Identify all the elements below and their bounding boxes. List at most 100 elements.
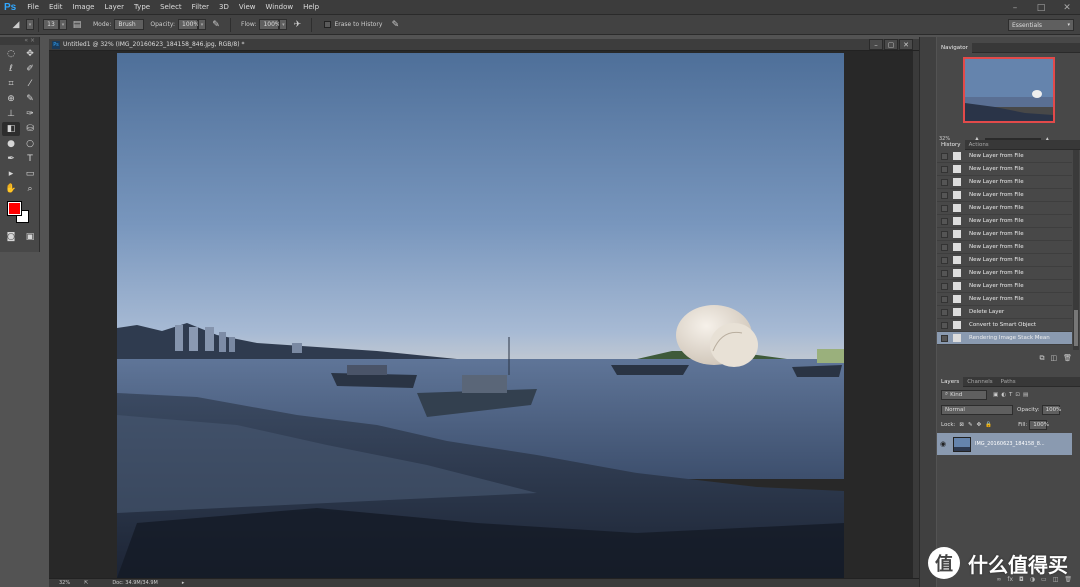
history-item-selected[interactable]: Rendering Image Stack Mean <box>937 332 1072 345</box>
brush-panel-icon[interactable]: ▤ <box>70 18 84 32</box>
history-source-checkbox[interactable] <box>941 243 948 251</box>
quick-mask-icon[interactable]: ◙ <box>2 230 20 244</box>
tab-channels[interactable]: Channels <box>963 377 996 387</box>
mode-select[interactable]: Brush <box>114 19 145 30</box>
maximize-icon[interactable]: □ <box>1028 0 1054 15</box>
history-item[interactable]: New Layer from File <box>937 215 1072 228</box>
history-source-checkbox[interactable] <box>941 165 948 173</box>
eye-icon[interactable]: ◉ <box>940 440 950 448</box>
document-tab[interactable]: Ps Untitled1 @ 32% (IMG_20160623_184158_… <box>49 39 919 51</box>
history-item[interactable]: New Layer from File <box>937 254 1072 267</box>
filter-kind-select[interactable]: ⌕ Kind <box>941 389 987 400</box>
history-source-checkbox[interactable] <box>941 295 948 303</box>
flow-dropdown-icon[interactable]: ▾ <box>279 19 288 30</box>
pressure-size-icon[interactable]: ✎ <box>388 18 402 32</box>
history-source-checkbox[interactable] <box>941 256 948 264</box>
new-snapshot-icon[interactable]: ◫ <box>1050 354 1057 362</box>
panel-grip[interactable]: « × <box>0 37 39 45</box>
airbrush-icon[interactable]: ✈ <box>290 18 304 32</box>
eraser-tool-icon[interactable]: ◧ <box>2 122 20 136</box>
workspace-select[interactable]: Essentials ▾ <box>1008 19 1074 31</box>
history-source-checkbox[interactable] <box>941 178 948 186</box>
history-item[interactable]: New Layer from File <box>937 202 1072 215</box>
export-icon[interactable]: ⇱ <box>84 580 88 586</box>
tab-paths[interactable]: Paths <box>997 377 1020 387</box>
blur-tool-icon[interactable]: ● <box>2 137 20 151</box>
menu-type[interactable]: Type <box>129 3 155 11</box>
opacity-dropdown-icon[interactable]: ▾ <box>198 19 207 30</box>
history-item[interactable]: New Layer from File <box>937 280 1072 293</box>
brush-size-picker[interactable]: 13 <box>43 19 59 30</box>
history-source-checkbox[interactable] <box>941 269 948 277</box>
history-item[interactable]: Delete Layer <box>937 306 1072 319</box>
menu-window[interactable]: Window <box>260 3 298 11</box>
history-item[interactable]: Convert to Smart Object <box>937 319 1072 332</box>
history-item[interactable]: New Layer from File <box>937 228 1072 241</box>
healing-brush-tool-icon[interactable]: ⊕ <box>2 92 20 106</box>
tab-history[interactable]: History <box>937 139 965 150</box>
menu-filter[interactable]: Filter <box>187 3 214 11</box>
dodge-tool-icon[interactable]: ○ <box>21 137 39 151</box>
history-item[interactable]: New Layer from File <box>937 150 1072 163</box>
quick-select-tool-icon[interactable]: ✐ <box>21 62 39 76</box>
history-source-checkbox[interactable] <box>941 152 948 160</box>
menu-3d[interactable]: 3D <box>214 3 234 11</box>
menu-view[interactable]: View <box>234 3 261 11</box>
lock-icons[interactable]: ⊠✎✥🔒 <box>959 422 996 428</box>
crop-tool-icon[interactable]: ⌗ <box>2 77 20 91</box>
path-select-tool-icon[interactable]: ▸ <box>2 167 20 181</box>
layer-fill-input[interactable]: 100% <box>1029 419 1049 430</box>
tab-navigator[interactable]: Navigator <box>937 42 972 53</box>
brush-picker-dropdown-icon[interactable]: ▾ <box>59 19 67 30</box>
pen-tool-icon[interactable]: ✒ <box>2 152 20 166</box>
photo-canvas[interactable] <box>117 53 844 578</box>
history-scrollbar[interactable] <box>1073 150 1079 350</box>
history-source-checkbox[interactable] <box>941 282 948 290</box>
rectangle-tool-icon[interactable]: ▭ <box>21 167 39 181</box>
history-scroll-thumb[interactable] <box>1074 310 1078 346</box>
history-item[interactable]: New Layer from File <box>937 241 1072 254</box>
canvas-area[interactable] <box>49 51 913 578</box>
tab-layers[interactable]: Layers <box>937 376 964 387</box>
history-source-checkbox[interactable] <box>941 230 948 238</box>
brush-tool-icon[interactable]: ✎ <box>21 92 39 106</box>
minimize-icon[interactable]: – <box>1002 0 1028 15</box>
pressure-opacity-icon[interactable]: ✎ <box>209 18 223 32</box>
history-source-checkbox[interactable] <box>941 321 948 329</box>
history-brush-tool-icon[interactable]: ✑ <box>21 107 39 121</box>
move-tool-icon[interactable]: ✥ <box>21 47 39 61</box>
layer-filter-icons[interactable]: ▣◐T⊡▤ <box>993 392 1031 398</box>
blend-mode-select[interactable]: Normal <box>941 404 1013 415</box>
erase-to-history-checkbox[interactable] <box>324 21 332 28</box>
status-menu-icon[interactable]: ▸ <box>182 580 185 586</box>
menu-edit[interactable]: Edit <box>44 3 68 11</box>
tab-actions[interactable]: Actions <box>965 140 993 150</box>
zoom-tool-icon[interactable]: ⌕ <box>21 182 39 196</box>
history-item[interactable]: New Layer from File <box>937 163 1072 176</box>
lasso-tool-icon[interactable]: ℓ <box>2 62 20 76</box>
screen-mode-icon[interactable]: ▣ <box>21 230 39 244</box>
history-source-checkbox[interactable] <box>941 204 948 212</box>
history-source-checkbox[interactable] <box>941 191 948 199</box>
history-item[interactable]: New Layer from File <box>937 176 1072 189</box>
doc-close-icon[interactable]: ✕ <box>899 39 913 50</box>
zoom-readout[interactable]: 32% <box>59 580 70 586</box>
navigator-thumbnail[interactable] <box>963 57 1055 123</box>
history-item[interactable]: New Layer from File <box>937 189 1072 202</box>
opacity-input[interactable]: 100% <box>178 19 199 30</box>
layer-opacity-input[interactable]: 100% <box>1041 404 1061 415</box>
type-tool-icon[interactable]: T <box>21 152 39 166</box>
flow-input[interactable]: 100% <box>259 19 281 30</box>
menu-layer[interactable]: Layer <box>99 3 129 11</box>
paint-bucket-tool-icon[interactable]: ⛁ <box>21 122 39 136</box>
new-document-from-state-icon[interactable]: ⧉ <box>1039 354 1044 363</box>
trash-icon[interactable]: 🗑 <box>1063 354 1072 362</box>
foreground-color-swatch[interactable] <box>7 201 22 216</box>
hand-tool-icon[interactable]: ✋ <box>2 182 20 196</box>
history-item[interactable]: New Layer from File <box>937 267 1072 280</box>
doc-restore-icon[interactable]: ▢ <box>884 39 898 50</box>
eraser-preset-icon[interactable]: ◢ <box>9 18 23 32</box>
eyedropper-tool-icon[interactable]: ⁄ <box>21 77 39 91</box>
menu-file[interactable]: File <box>22 3 44 11</box>
clone-stamp-tool-icon[interactable]: ⊥ <box>2 107 20 121</box>
